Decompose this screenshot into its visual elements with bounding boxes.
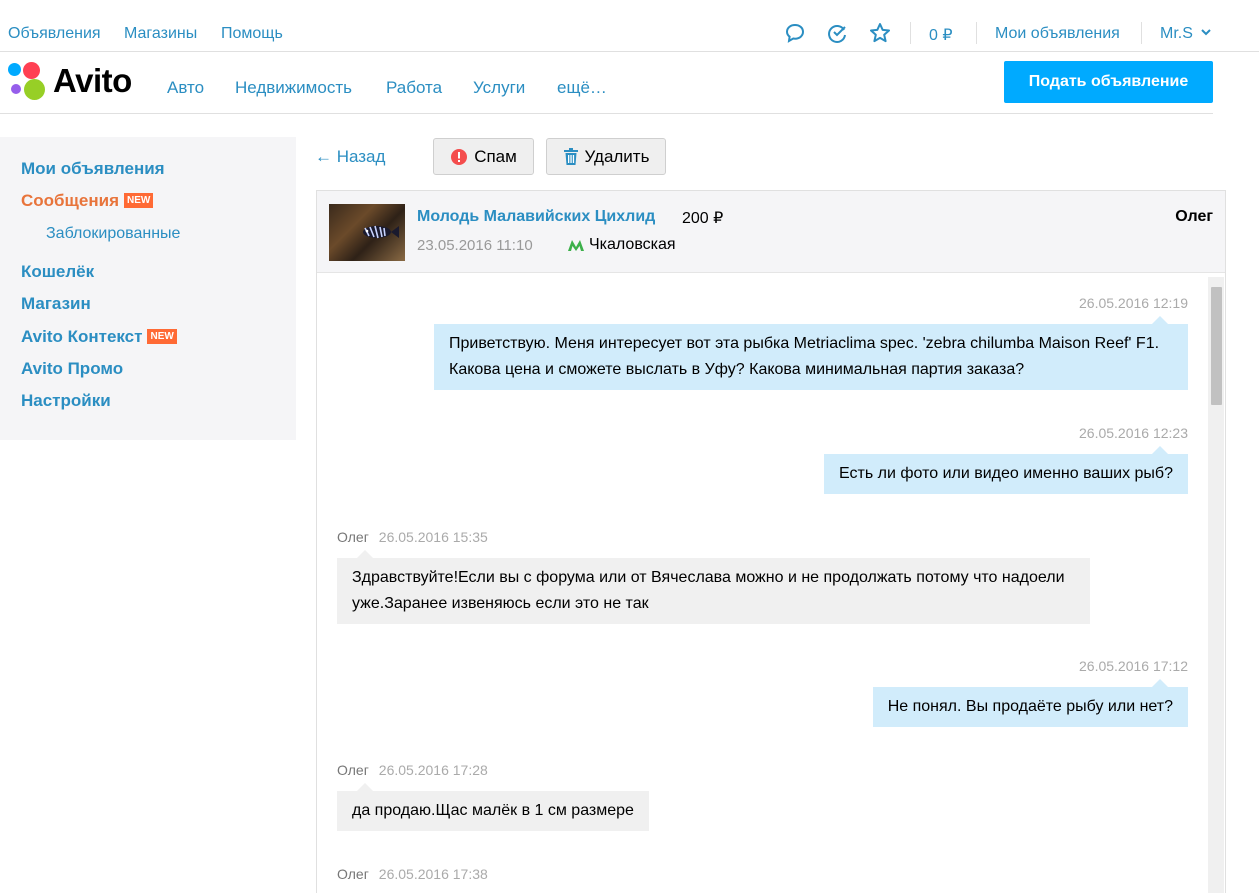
sidebar-item-promo[interactable]: Avito Промо: [21, 359, 123, 379]
nav-jobs[interactable]: Работа: [386, 78, 442, 98]
message-time: 26.05.2016 12:19: [1079, 295, 1188, 311]
avito-logo-icon[interactable]: [8, 62, 48, 102]
message-outgoing: Есть ли фото или видео именно ваших рыб?: [824, 446, 1188, 494]
sidebar-item-blocked[interactable]: Заблокированные: [46, 225, 180, 243]
header-divider: [0, 113, 1213, 114]
chevron-down-icon: [1201, 29, 1212, 36]
back-link[interactable]: ← Назад: [315, 147, 385, 167]
nav-more[interactable]: ещё…: [557, 78, 607, 98]
delete-button[interactable]: Удалить: [546, 138, 666, 175]
message-time: 26.05.2016 17:28: [378, 762, 488, 778]
message-author: Олег: [337, 762, 369, 778]
scrollbar[interactable]: [1208, 277, 1224, 893]
new-badge: NEW: [123, 193, 154, 208]
sidebar-item-wallet[interactable]: Кошелёк: [21, 262, 94, 282]
message-author: Олег: [337, 529, 369, 545]
messages-icon[interactable]: [784, 22, 806, 44]
message-author: Олег: [337, 866, 369, 882]
message-outgoing: Приветствую. Меня интересует вот эта рыб…: [434, 316, 1188, 390]
toplink-shops[interactable]: Магазины: [124, 25, 197, 43]
sidebar: Мои объявления Сообщения NEW Заблокирован…: [0, 137, 296, 440]
post-ad-button[interactable]: Подать объявление: [1004, 61, 1213, 103]
toplink-my-ads[interactable]: Мои объявления: [995, 25, 1120, 43]
avito-logo-text[interactable]: Avito: [53, 62, 132, 100]
ad-thumbnail[interactable]: [329, 204, 405, 261]
message-time: 26.05.2016 15:35: [378, 529, 488, 545]
ad-title[interactable]: Молодь Малавийских Цихлид: [417, 208, 655, 226]
delete-label: Удалить: [584, 146, 650, 166]
new-badge: NEW: [147, 329, 177, 344]
top-bar: Объявления Магазины Помощь 0 ₽ Мои объяв…: [0, 0, 1259, 52]
toplink-ads[interactable]: Объявления: [8, 25, 101, 43]
metro-station: Чкаловская: [589, 236, 676, 253]
alert-icon: [451, 148, 468, 165]
message-meta: Олег 26.05.2016 17:38: [337, 866, 488, 882]
message-time: 26.05.2016 17:12: [1079, 658, 1188, 674]
sidebar-item-shop[interactable]: Магазин: [21, 294, 91, 314]
ad-date: 23.05.2016 11:10: [417, 237, 533, 254]
sidebar-item-my-ads[interactable]: Мои объявления: [21, 159, 165, 179]
trash-icon: [563, 147, 578, 165]
ad-metro: Чкаловская: [567, 236, 676, 254]
metro-icon: [568, 240, 584, 251]
message-time: 26.05.2016 12:23: [1079, 425, 1188, 441]
conversation-panel: Молодь Малавийских Цихлид 200 ₽ 23.05.20…: [316, 190, 1226, 893]
message-incoming: Здравствуйте!Если вы с форума или от Вяч…: [337, 550, 1090, 624]
spam-button[interactable]: Спам: [433, 138, 534, 175]
ad-price: 200 ₽: [682, 210, 724, 227]
favorite-searches-icon[interactable]: [826, 22, 848, 44]
scrollbar-thumb[interactable]: [1211, 287, 1222, 405]
sidebar-item-context[interactable]: Avito Контекст NEW: [21, 327, 177, 347]
spam-label: Спам: [474, 146, 517, 166]
nav-services[interactable]: Услуги: [473, 78, 525, 98]
top-separator: [910, 22, 911, 44]
message-incoming: да продаю.Щас малёк в 1 см размере: [337, 783, 649, 831]
message-outgoing: Не понял. Вы продаёте рыбу или нет?: [872, 679, 1188, 727]
user-menu[interactable]: Mr.S: [1160, 25, 1212, 43]
sidebar-item-settings[interactable]: Настройки: [21, 391, 111, 411]
user-name: Mr.S: [1160, 25, 1193, 42]
favorites-star-icon[interactable]: [869, 22, 891, 44]
message-meta: Олег 26.05.2016 15:35: [337, 529, 488, 545]
nav-auto[interactable]: Авто: [167, 78, 204, 98]
message-meta: Олег 26.05.2016 17:28: [337, 762, 488, 778]
toplink-help[interactable]: Помощь: [221, 25, 283, 43]
wallet-balance[interactable]: 0 ₽: [929, 25, 953, 45]
nav-realty[interactable]: Недвижимость: [235, 78, 352, 98]
seller-name[interactable]: Олег: [1175, 208, 1213, 226]
top-separator: [1141, 22, 1142, 44]
ad-header: Молодь Малавийских Цихлид 200 ₽ 23.05.20…: [317, 191, 1225, 273]
message-time: 26.05.2016 17:38: [378, 866, 488, 882]
sidebar-item-messages[interactable]: Сообщения NEW: [21, 191, 154, 211]
top-separator: [976, 22, 977, 44]
